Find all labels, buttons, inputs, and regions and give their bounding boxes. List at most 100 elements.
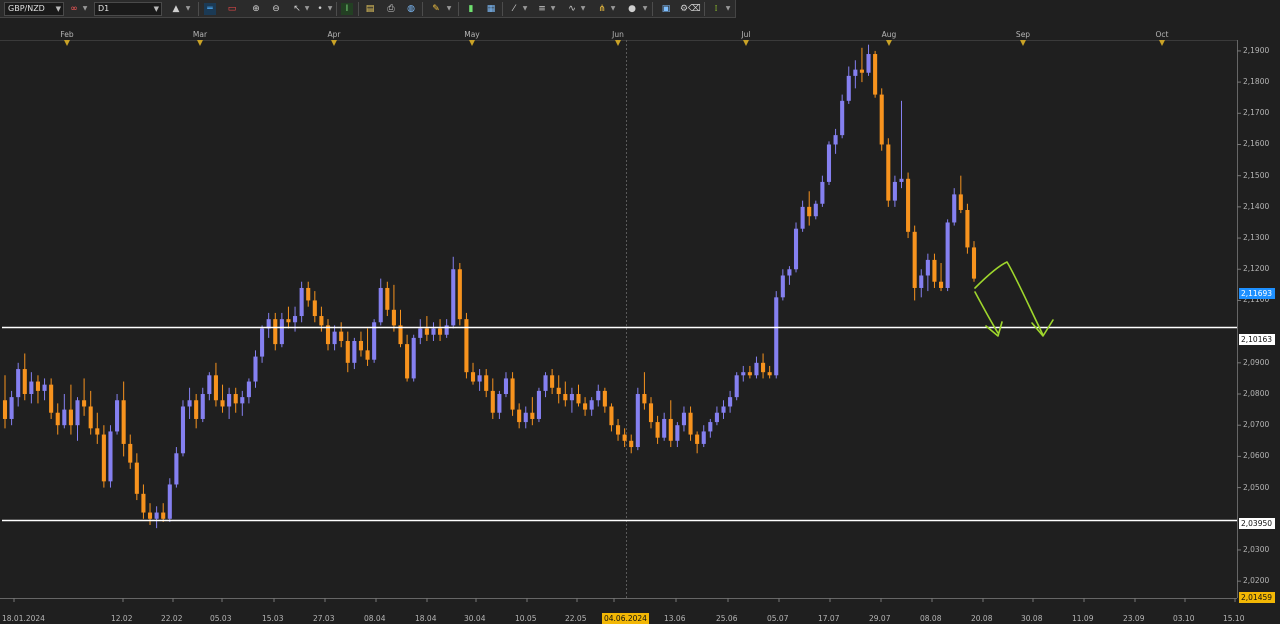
candle-body <box>200 394 205 419</box>
timeframe-select[interactable]: D1 ▼ <box>94 2 162 16</box>
chevron-down-icon[interactable]: ▼ <box>82 4 88 14</box>
crosshair-icon[interactable]: • <box>314 3 326 15</box>
candle-body <box>55 412 60 426</box>
candle <box>411 334 416 382</box>
symbol-select[interactable]: GBP/NZD ▼ <box>4 2 64 16</box>
eraser-icon[interactable]: ⌫ <box>688 3 701 15</box>
price-chart[interactable] <box>0 0 1280 624</box>
candle-body <box>319 316 324 326</box>
chart-type-icon[interactable]: ▲ <box>170 3 182 15</box>
cursor-icon[interactable]: ↖ <box>291 3 303 15</box>
candle-body <box>695 434 700 444</box>
candle-body <box>174 453 179 485</box>
chevron-down-icon[interactable]: ▼ <box>304 4 310 14</box>
candle-body <box>622 434 627 441</box>
candle <box>635 387 640 451</box>
candle-body <box>780 275 785 298</box>
candle-body <box>569 394 574 401</box>
zoom-in-icon[interactable]: ⊕ <box>250 3 262 15</box>
candle-body <box>378 287 383 323</box>
zoom-out-icon[interactable]: ⊖ <box>270 3 282 15</box>
date-tick-label: 18.04 <box>415 614 437 623</box>
date-tick-label: 08.08 <box>920 614 942 623</box>
chevron-down-icon[interactable]: ▼ <box>725 4 731 14</box>
indicators-icon[interactable]: ∞ <box>68 3 80 15</box>
candle-body <box>787 269 792 276</box>
date-tick-label: 13.06 <box>664 614 686 623</box>
candle-body <box>642 394 647 404</box>
candle-body <box>108 431 113 482</box>
chevron-down-icon[interactable]: ▼ <box>446 4 452 14</box>
candle-body <box>919 275 924 288</box>
candle-body <box>906 178 911 232</box>
date-tick-label: 29.07 <box>869 614 891 623</box>
trendline-icon[interactable]: ▭ <box>226 3 238 15</box>
candle-body <box>925 259 930 276</box>
candle-body <box>945 222 950 288</box>
candle-body <box>286 319 291 323</box>
timeframe-select-value: D1 <box>98 4 110 13</box>
candle-body <box>457 269 462 320</box>
price-tick-label: 2,1700 <box>1243 108 1270 118</box>
chevron-down-icon[interactable]: ▼ <box>550 4 556 14</box>
candle-body <box>807 206 812 217</box>
candle-body <box>655 422 660 438</box>
chevron-down-icon[interactable]: ▼ <box>642 4 648 14</box>
chevron-down-icon[interactable]: ▼ <box>185 4 191 14</box>
candle-body <box>35 381 41 391</box>
price-tick-label: 2,0500 <box>1243 482 1270 492</box>
horizontal-line-icon[interactable]: ═ <box>204 3 216 15</box>
chevron-down-icon[interactable]: ▼ <box>327 4 333 14</box>
fibonacci-icon[interactable]: ⁄ <box>508 3 520 15</box>
date-tick-label: 17.07 <box>818 614 840 623</box>
toolbar-separator <box>358 2 359 16</box>
text-tool-icon[interactable]: I <box>341 3 353 15</box>
candle-body <box>681 412 687 426</box>
candle-body <box>846 75 851 101</box>
candle-chart-icon[interactable]: ▮ <box>465 3 477 15</box>
wave-icon[interactable]: ∿ <box>566 3 578 15</box>
candle-body <box>517 409 522 423</box>
candle-body <box>932 259 937 282</box>
pitchfork-icon[interactable]: ⋔ <box>596 3 608 15</box>
channel-icon[interactable]: ≡ <box>536 3 548 15</box>
date-tick-label: 11.09 <box>1072 614 1094 623</box>
month-label: Jun <box>612 30 624 39</box>
candle-body <box>220 400 225 407</box>
candle-body <box>358 340 364 351</box>
candle-body <box>800 206 805 229</box>
candle-body <box>774 297 779 376</box>
globe-icon[interactable]: ◍ <box>405 3 417 15</box>
date-tick-label: 20.08 <box>971 614 993 623</box>
candle <box>879 88 884 151</box>
bar-chart-icon[interactable]: ▦ <box>485 3 497 15</box>
candle-body <box>141 493 146 513</box>
candle-body <box>385 287 390 310</box>
candle-body <box>121 400 126 444</box>
chevron-down-icon[interactable]: ▼ <box>580 4 586 14</box>
candle-body <box>503 378 509 395</box>
chevron-down-icon[interactable]: ▼ <box>610 4 616 14</box>
shapes-icon[interactable]: ● <box>626 3 638 15</box>
candle-body <box>971 247 977 279</box>
candle-body <box>194 400 199 419</box>
candle-body <box>16 369 21 398</box>
candle-body <box>701 431 706 444</box>
clipboard-icon[interactable]: ▤ <box>364 3 376 15</box>
dots-icon[interactable]: ⁞ <box>710 3 722 15</box>
candle-body <box>227 394 232 407</box>
candle-body <box>484 375 489 391</box>
date-tick-label: 27.03 <box>313 614 335 623</box>
candle-body <box>741 372 746 376</box>
candle <box>886 138 891 207</box>
plot-area[interactable] <box>0 40 1237 598</box>
pencil-icon[interactable]: ✎ <box>430 3 442 15</box>
month-label: Aug <box>881 30 897 39</box>
print-icon[interactable]: ⎙ <box>385 3 397 15</box>
candle-body <box>299 287 304 317</box>
price-tick-label: 2,1600 <box>1243 139 1270 149</box>
ellipse-icon[interactable]: ▣ <box>660 3 672 15</box>
chevron-down-icon[interactable]: ▼ <box>522 4 528 14</box>
candle-body <box>589 400 594 410</box>
candle <box>906 172 911 239</box>
